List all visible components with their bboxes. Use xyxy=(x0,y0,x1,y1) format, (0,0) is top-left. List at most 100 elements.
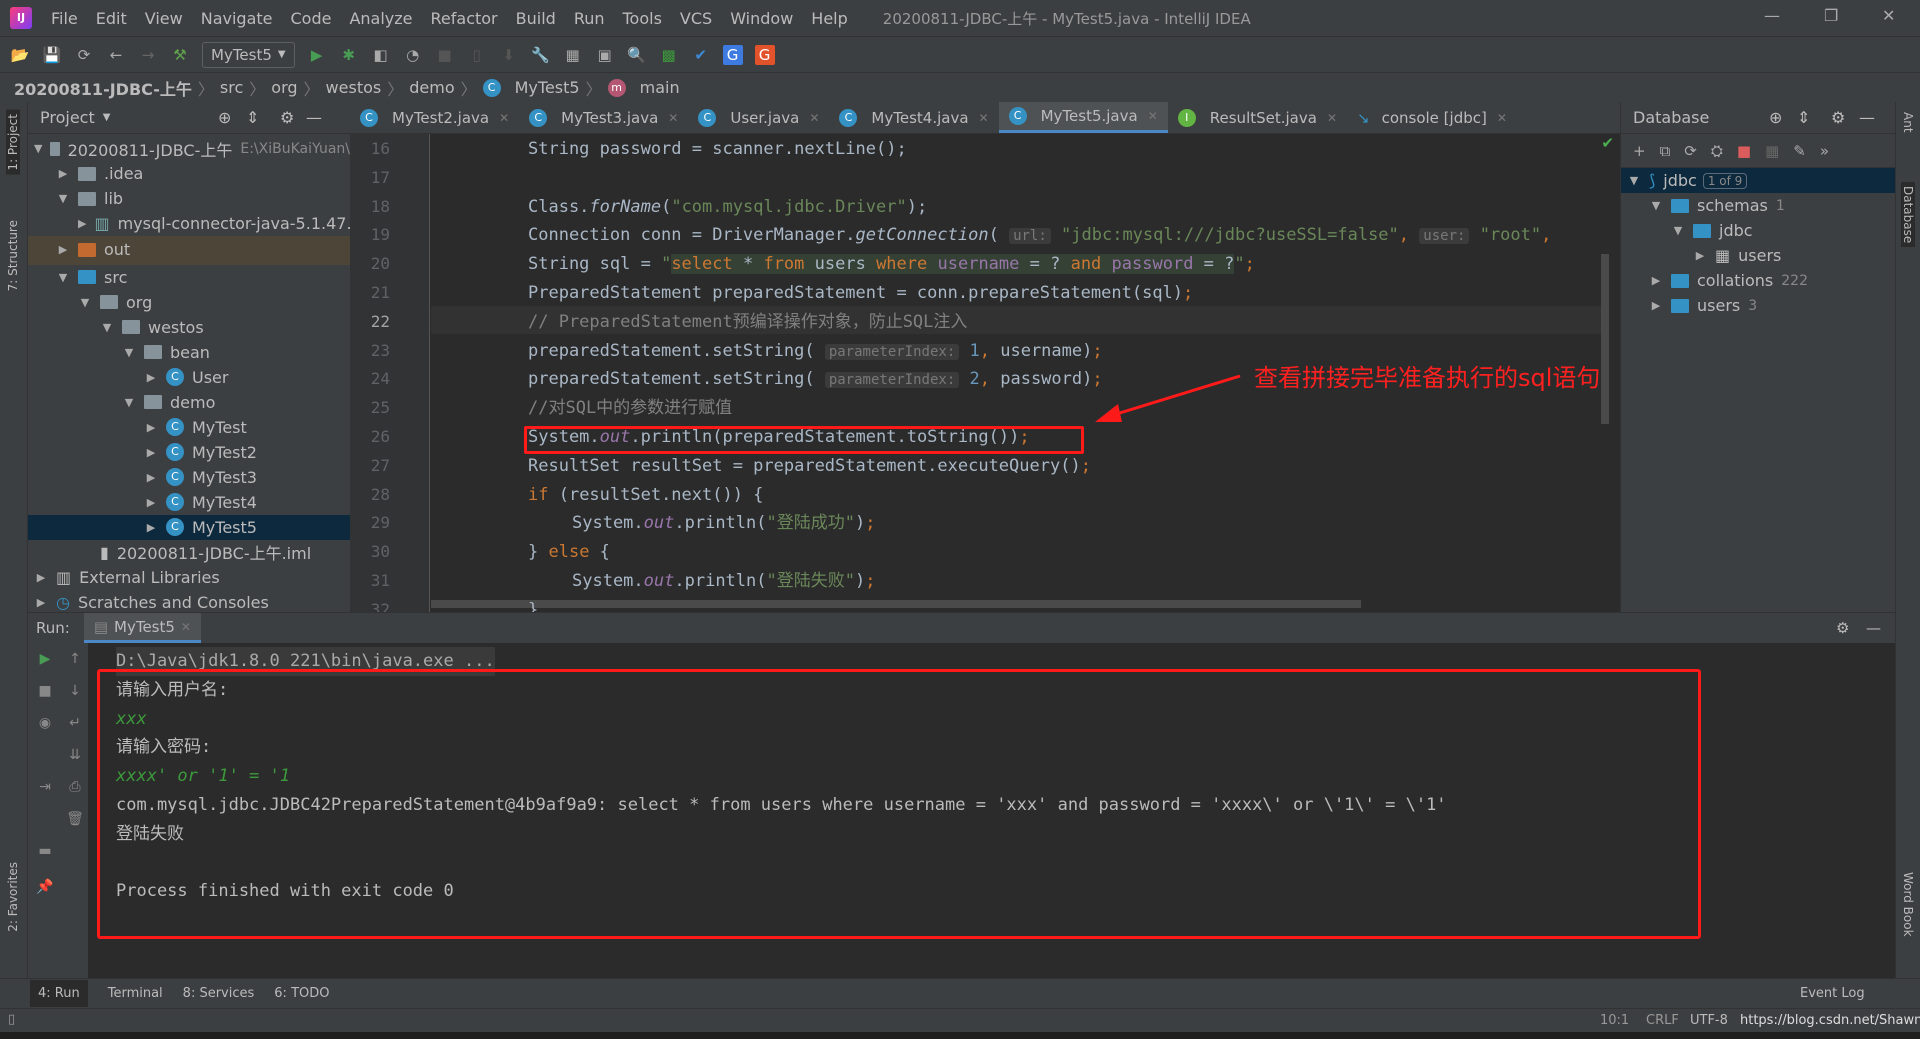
tab-structure[interactable]: 7: Structure xyxy=(6,220,20,291)
close-button[interactable]: ✕ xyxy=(1882,6,1895,25)
collapsed-arrow-icon[interactable]: ▶ xyxy=(144,471,158,484)
tree-item-user[interactable]: ▶ C User xyxy=(28,365,350,390)
menu-window[interactable]: Window xyxy=(721,9,802,28)
breadcrumb-item[interactable]: 20200811-JDBC-上午 xyxy=(14,76,192,100)
menu-refactor[interactable]: Refactor xyxy=(422,9,507,28)
expanded-arrow-icon[interactable]: ▼ xyxy=(1671,224,1685,237)
close-tab-icon[interactable]: ✕ xyxy=(809,111,819,125)
device-icon[interactable]: ▯ xyxy=(467,45,487,65)
collapsed-arrow-icon[interactable]: ▶ xyxy=(1649,274,1663,287)
tree-item-users[interactable]: ▶ ▦ users xyxy=(1621,243,1895,268)
tab-word-book[interactable]: Word Book xyxy=(1901,872,1915,937)
menu-tools[interactable]: Tools xyxy=(614,9,671,28)
run-config-select[interactable]: MyTest5 ▼ xyxy=(202,41,295,68)
debug-icon[interactable]: ✱ xyxy=(339,45,359,65)
expanded-arrow-icon[interactable]: ▼ xyxy=(56,271,70,284)
collapsed-arrow-icon[interactable]: ▶ xyxy=(78,217,86,230)
monitor-icon[interactable]: ▩ xyxy=(659,45,679,65)
hide-icon[interactable]: — xyxy=(306,108,322,127)
hide-icon[interactable]: — xyxy=(1866,619,1881,637)
project-view-select[interactable]: Project xyxy=(40,108,95,127)
gear-icon[interactable]: ⚙ xyxy=(1831,108,1845,127)
check-icon[interactable]: ✔ xyxy=(691,45,711,65)
pin-icon[interactable]: 📌 xyxy=(36,879,54,897)
collapsed-arrow-icon[interactable]: ▶ xyxy=(1693,249,1707,262)
close-tab-icon[interactable]: ✕ xyxy=(1497,111,1507,125)
trash-icon[interactable]: 🗑 xyxy=(66,811,84,829)
collapsed-arrow-icon[interactable]: ▶ xyxy=(144,496,158,509)
scroll-to-end-icon[interactable]: ⇊ xyxy=(66,747,84,765)
collapsed-arrow-icon[interactable]: ▶ xyxy=(34,571,48,584)
tree-item-out[interactable]: ▶ out xyxy=(28,236,350,265)
close-tab-icon[interactable]: ✕ xyxy=(1327,111,1337,125)
bottom-tab-services[interactable]: 8: Services xyxy=(183,986,255,1001)
menu-vcs[interactable]: VCS xyxy=(671,9,721,28)
down-icon[interactable]: ↓ xyxy=(66,683,84,701)
tree-item-schemas[interactable]: ▼ schemas 1 xyxy=(1621,193,1895,218)
copy-icon[interactable]: ⧉ xyxy=(1660,142,1671,160)
settings-wrench-icon[interactable]: 🔧 xyxy=(531,45,551,65)
collapsed-arrow-icon[interactable]: ▶ xyxy=(144,421,158,434)
expanded-arrow-icon[interactable]: ▼ xyxy=(122,346,136,359)
tree-item-20200811-jdbc-[interactable]: ▼ 20200811-JDBC-上午 E:\XiBuKaiYuan\ xyxy=(28,136,350,161)
collapse-icon[interactable]: ⇕ xyxy=(1797,108,1810,127)
collapsed-arrow-icon[interactable]: ▶ xyxy=(56,167,70,180)
encoding[interactable]: UTF-8 xyxy=(1690,1013,1728,1028)
forward-icon[interactable]: → xyxy=(138,45,158,65)
tree-item-users[interactable]: ▶ users 3 xyxy=(1621,293,1895,318)
breadcrumb-item[interactable]: org xyxy=(271,78,297,97)
minimize-button[interactable]: — xyxy=(1764,6,1780,25)
collapsed-arrow-icon[interactable]: ▶ xyxy=(144,371,158,384)
tab-mytest2-java[interactable]: C MyTest2.java ✕ xyxy=(350,102,519,133)
stop-icon[interactable]: ■ xyxy=(36,683,54,701)
restore-button[interactable]: ❐ xyxy=(1824,6,1838,25)
breadcrumb-item[interactable]: main xyxy=(640,78,680,97)
tree-item-demo[interactable]: ▼ demo xyxy=(28,390,350,415)
menu-run[interactable]: Run xyxy=(565,9,614,28)
table-icon[interactable]: ▦ xyxy=(1765,142,1779,160)
tree-item-mytest2[interactable]: ▶ C MyTest2 xyxy=(28,440,350,465)
menu-code[interactable]: Code xyxy=(282,9,341,28)
save-icon[interactable]: 💾 xyxy=(42,45,62,65)
tab-user-java[interactable]: C User.java ✕ xyxy=(688,102,829,133)
tab-database[interactable]: Database xyxy=(1901,182,1915,248)
vcs-icon[interactable]: ⬇ xyxy=(499,45,519,65)
gear-icon[interactable]: ⚙ xyxy=(1836,619,1849,637)
breadcrumb-item[interactable]: westos xyxy=(326,78,382,97)
camera-icon[interactable]: ◉ xyxy=(36,715,54,733)
menu-navigate[interactable]: Navigate xyxy=(192,9,282,28)
close-icon[interactable]: ✕ xyxy=(181,620,191,634)
build-icon[interactable]: ⚒ xyxy=(170,45,190,65)
tree-item-bean[interactable]: ▼ bean xyxy=(28,340,350,365)
expanded-arrow-icon[interactable]: ▼ xyxy=(78,296,92,309)
gear-icon[interactable]: ⚙ xyxy=(280,108,294,127)
tab-mytest4-java[interactable]: C MyTest4.java ✕ xyxy=(829,102,998,133)
collapsed-arrow-icon[interactable]: ▶ xyxy=(34,596,48,609)
close-tab-icon[interactable]: ✕ xyxy=(979,111,989,125)
open-icon[interactable]: 📂 xyxy=(10,45,30,65)
tree-item-jdbc[interactable]: ▼ jdbc xyxy=(1621,218,1895,243)
tab-ant[interactable]: Ant xyxy=(1901,112,1915,133)
horizontal-scrollbar[interactable] xyxy=(431,600,1361,608)
expanded-arrow-icon[interactable]: ▼ xyxy=(100,321,114,334)
run-icon[interactable]: ▶ xyxy=(307,45,327,65)
tree-item--idea[interactable]: ▶ .idea xyxy=(28,161,350,186)
caret-position[interactable]: 10:1 xyxy=(1600,1013,1629,1028)
stop-icon[interactable]: ■ xyxy=(435,45,455,65)
tab-mytest5-java[interactable]: C MyTest5.java ✕ xyxy=(998,102,1168,133)
schema-settings-icon[interactable]: ⛭ xyxy=(1711,142,1723,160)
collapsed-arrow-icon[interactable]: ▶ xyxy=(1649,299,1663,312)
bottom-tab-todo[interactable]: 6: TODO xyxy=(274,986,329,1001)
collapsed-arrow-icon[interactable]: ▶ xyxy=(56,236,70,265)
more-icon[interactable]: » xyxy=(1820,142,1829,160)
menu-view[interactable]: View xyxy=(136,9,192,28)
breadcrumb-item[interactable]: src xyxy=(220,78,243,97)
bottom-tab-terminal[interactable]: Terminal xyxy=(108,986,163,1001)
tab-mytest3-java[interactable]: C MyTest3.java ✕ xyxy=(519,102,688,133)
search-icon[interactable]: 🔍 xyxy=(627,45,647,65)
expanded-arrow-icon[interactable]: ▼ xyxy=(122,396,136,409)
menu-help[interactable]: Help xyxy=(802,9,856,28)
menu-build[interactable]: Build xyxy=(507,9,565,28)
expanded-arrow-icon[interactable]: ▼ xyxy=(56,192,70,205)
close-tab-icon[interactable]: ✕ xyxy=(668,111,678,125)
